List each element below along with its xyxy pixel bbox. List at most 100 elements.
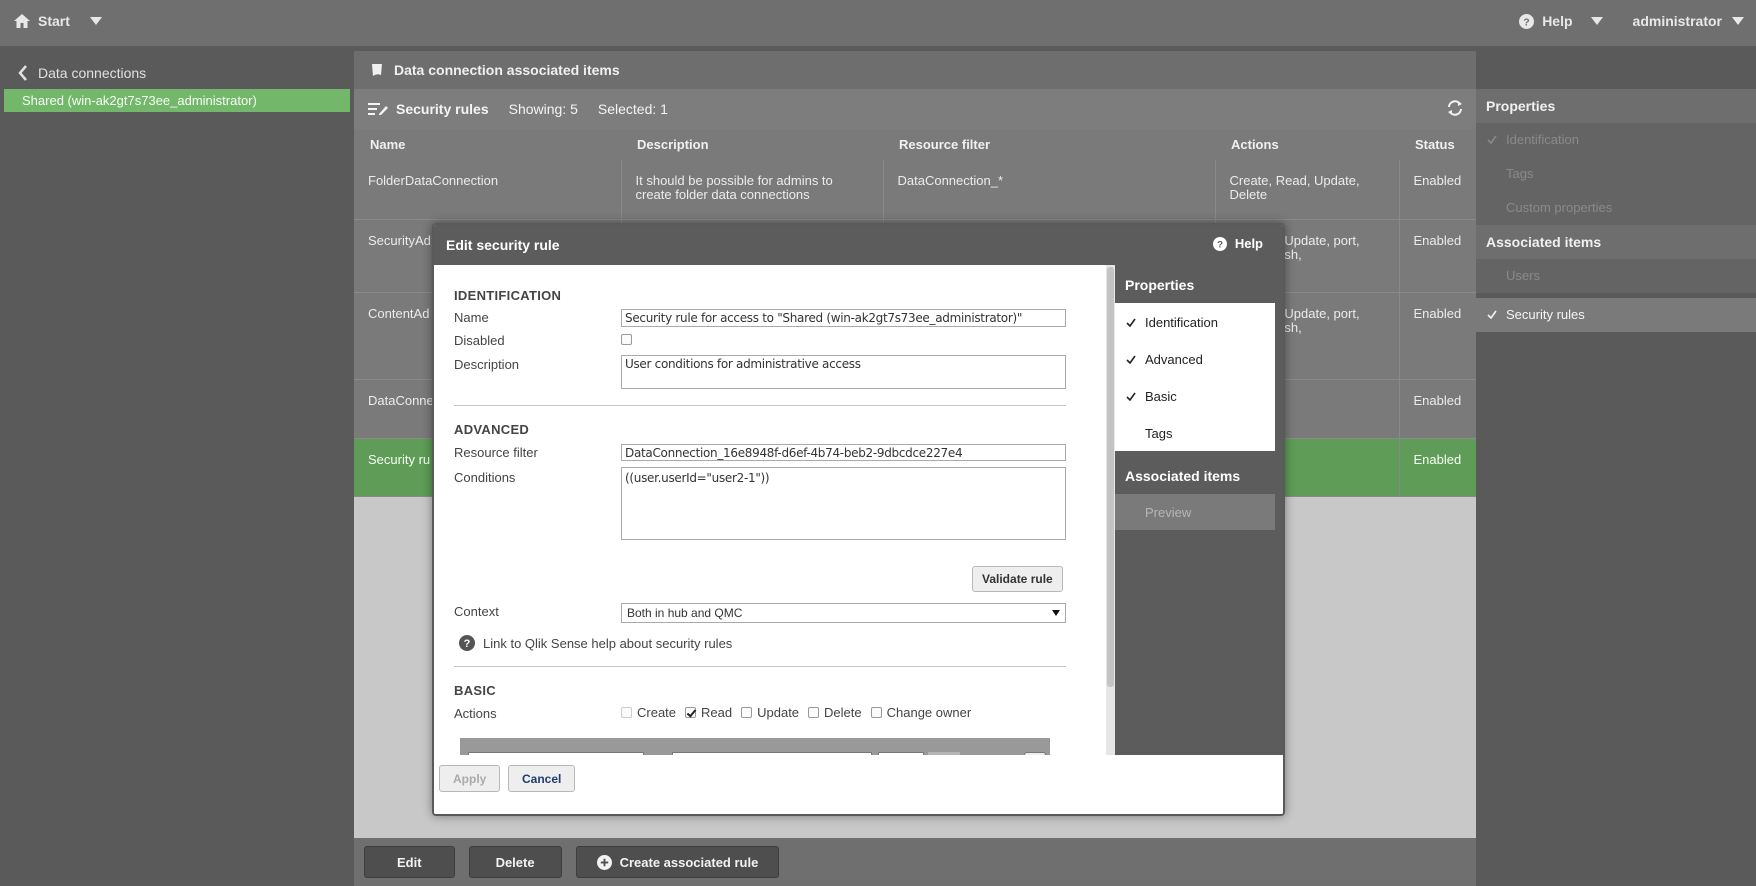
dialog-sidebar: Properties Identification Advanced Basic… — [1115, 265, 1283, 755]
dialog-help-label: Help — [1234, 236, 1263, 251]
user-label: administrator — [1632, 13, 1722, 29]
action-label: Read — [701, 705, 733, 720]
name-field[interactable]: Security rule for access to "Shared (win… — [621, 309, 1066, 327]
column-header-status[interactable]: Status — [1399, 129, 1476, 160]
conditions-label: Conditions — [454, 470, 516, 485]
svg-text:?: ? — [464, 638, 471, 650]
check-icon — [1126, 315, 1136, 330]
action-checkbox[interactable] — [808, 707, 820, 718]
properties-heading: Properties — [1476, 89, 1756, 123]
conditions-field[interactable]: ((user.userId="user2-1")) — [621, 467, 1066, 540]
showing-count: Showing: 5 — [508, 101, 578, 117]
dialog-nav-preview[interactable]: Preview — [1115, 494, 1275, 530]
check-icon — [1487, 307, 1497, 322]
dialog-properties-heading: Properties — [1125, 277, 1195, 293]
rp-item-security-rules[interactable]: Security rules — [1476, 298, 1756, 332]
column-header-actions[interactable]: Actions — [1215, 129, 1399, 160]
action-checkbox[interactable] — [741, 707, 753, 718]
help-icon: ? — [459, 635, 475, 651]
chevron-down-icon — [1052, 610, 1060, 616]
help-link-label: Link to Qlik Sense help about security r… — [483, 635, 733, 651]
action-label: Update — [757, 705, 800, 720]
actions-label: Actions — [454, 706, 497, 721]
dialog-nav-label: Tags — [1145, 426, 1173, 441]
cell-description: It should be possible for admins to crea… — [621, 160, 884, 220]
connection-icon — [372, 64, 382, 76]
help-icon: ? — [1519, 13, 1535, 29]
cell-filter: DataConnection_* — [883, 160, 1216, 220]
help-label: Help — [1542, 13, 1573, 29]
dialog-nav-basic[interactable]: Basic — [1115, 377, 1275, 414]
apply-button[interactable]: Apply — [439, 765, 501, 792]
disabled-checkbox[interactable] — [621, 334, 632, 345]
action-update[interactable]: Update — [741, 705, 799, 720]
cancel-button[interactable]: Cancel — [508, 765, 576, 792]
action-label: Change owner — [886, 705, 972, 720]
disabled-label: Disabled — [454, 333, 505, 348]
chevron-down-icon[interactable] — [1732, 17, 1744, 25]
home-icon — [14, 14, 30, 28]
back-to-data-connections[interactable]: Data connections — [18, 58, 146, 88]
rp-item-label: Custom properties — [1506, 200, 1613, 215]
selected-count: Selected: 1 — [597, 101, 668, 117]
start-menu[interactable]: Start — [14, 13, 102, 29]
dialog-nav-label: Identification — [1145, 315, 1218, 330]
chevron-down-icon[interactable] — [89, 17, 102, 25]
basic-heading: BASIC — [454, 683, 496, 698]
dialog-title: Edit security rule — [446, 237, 560, 253]
action-checkbox[interactable] — [870, 707, 882, 718]
rp-item-label: Security rules — [1506, 307, 1585, 322]
delete-button[interactable]: Delete — [468, 846, 562, 878]
action-delete[interactable]: Delete — [808, 705, 862, 720]
column-header-resource-filter[interactable]: Resource filter — [883, 129, 1215, 160]
scrollbar-thumb[interactable] — [1107, 267, 1114, 687]
rp-item-identification[interactable]: Identification — [1476, 123, 1756, 157]
rp-item-label: Identification — [1506, 132, 1579, 147]
context-value: Both in hub and QMC — [627, 606, 743, 620]
edit-button[interactable]: Edit — [364, 846, 455, 878]
rp-item-tags[interactable]: Tags — [1476, 157, 1756, 191]
action-create[interactable]: Create — [621, 705, 676, 720]
rp-item-custom-properties[interactable]: Custom properties — [1476, 191, 1756, 225]
divider — [454, 405, 1066, 406]
divider — [454, 666, 1066, 667]
column-header-name[interactable]: Name — [354, 129, 621, 160]
page-title: Data connection associated items — [394, 62, 620, 78]
description-field[interactable]: User conditions for administrative acces… — [621, 355, 1066, 389]
resource-filter-field[interactable]: DataConnection_16e8948f-d6ef-4b74-beb2-9… — [621, 444, 1066, 461]
table-row[interactable]: FolderDataConnection It should be possib… — [354, 160, 1476, 220]
validate-rule-button[interactable]: Validate rule — [972, 566, 1063, 592]
plus-circle-icon — [596, 854, 612, 870]
table-toolbar: Security rules Showing: 5 Selected: 1 — [354, 89, 1476, 129]
chevron-down-icon[interactable] — [1590, 17, 1603, 25]
dialog-nav-tags[interactable]: Tags — [1115, 414, 1275, 451]
back-label: Data connections — [38, 65, 147, 81]
user-menu[interactable]: administrator — [1633, 13, 1744, 29]
check-icon — [1126, 352, 1136, 367]
action-checkbox[interactable] — [685, 707, 697, 718]
action-change-owner[interactable]: Change owner — [870, 705, 972, 720]
right-panel: Properties Identification Tags Custom pr… — [1476, 89, 1756, 886]
description-label: Description — [454, 357, 520, 372]
dialog-help-button[interactable]: ? Help — [1212, 236, 1263, 251]
rp-item-users[interactable]: Users — [1476, 259, 1756, 293]
page-title-bar: Data connection associated items — [354, 51, 1476, 89]
create-associated-rule-button[interactable]: Create associated rule — [575, 846, 780, 878]
left-panel: Data connections Shared (win-ak2gt7s73ee… — [0, 49, 352, 886]
action-read[interactable]: Read — [685, 705, 732, 720]
help-menu[interactable]: ? Help — [1519, 13, 1603, 29]
column-header-description[interactable]: Description — [621, 129, 883, 160]
cell-name: FolderDataConnection — [354, 160, 622, 220]
help-icon: ? — [1212, 236, 1227, 251]
action-label: Delete — [824, 705, 862, 720]
help-link[interactable]: ? Link to Qlik Sense help about security… — [459, 635, 732, 651]
action-checkbox[interactable] — [621, 707, 632, 718]
dialog-scrollbar[interactable] — [1106, 265, 1115, 755]
selected-data-connection[interactable]: Shared (win-ak2gt7s73ee_administrator) — [4, 89, 350, 112]
context-select[interactable]: Both in hub and QMC — [621, 603, 1066, 623]
dialog-nav-label: Basic — [1145, 389, 1177, 404]
refresh-icon[interactable] — [1446, 99, 1464, 117]
security-rules-label: Security rules — [396, 101, 489, 117]
dialog-nav-identification[interactable]: Identification — [1115, 303, 1275, 340]
dialog-nav-advanced[interactable]: Advanced — [1115, 340, 1275, 377]
